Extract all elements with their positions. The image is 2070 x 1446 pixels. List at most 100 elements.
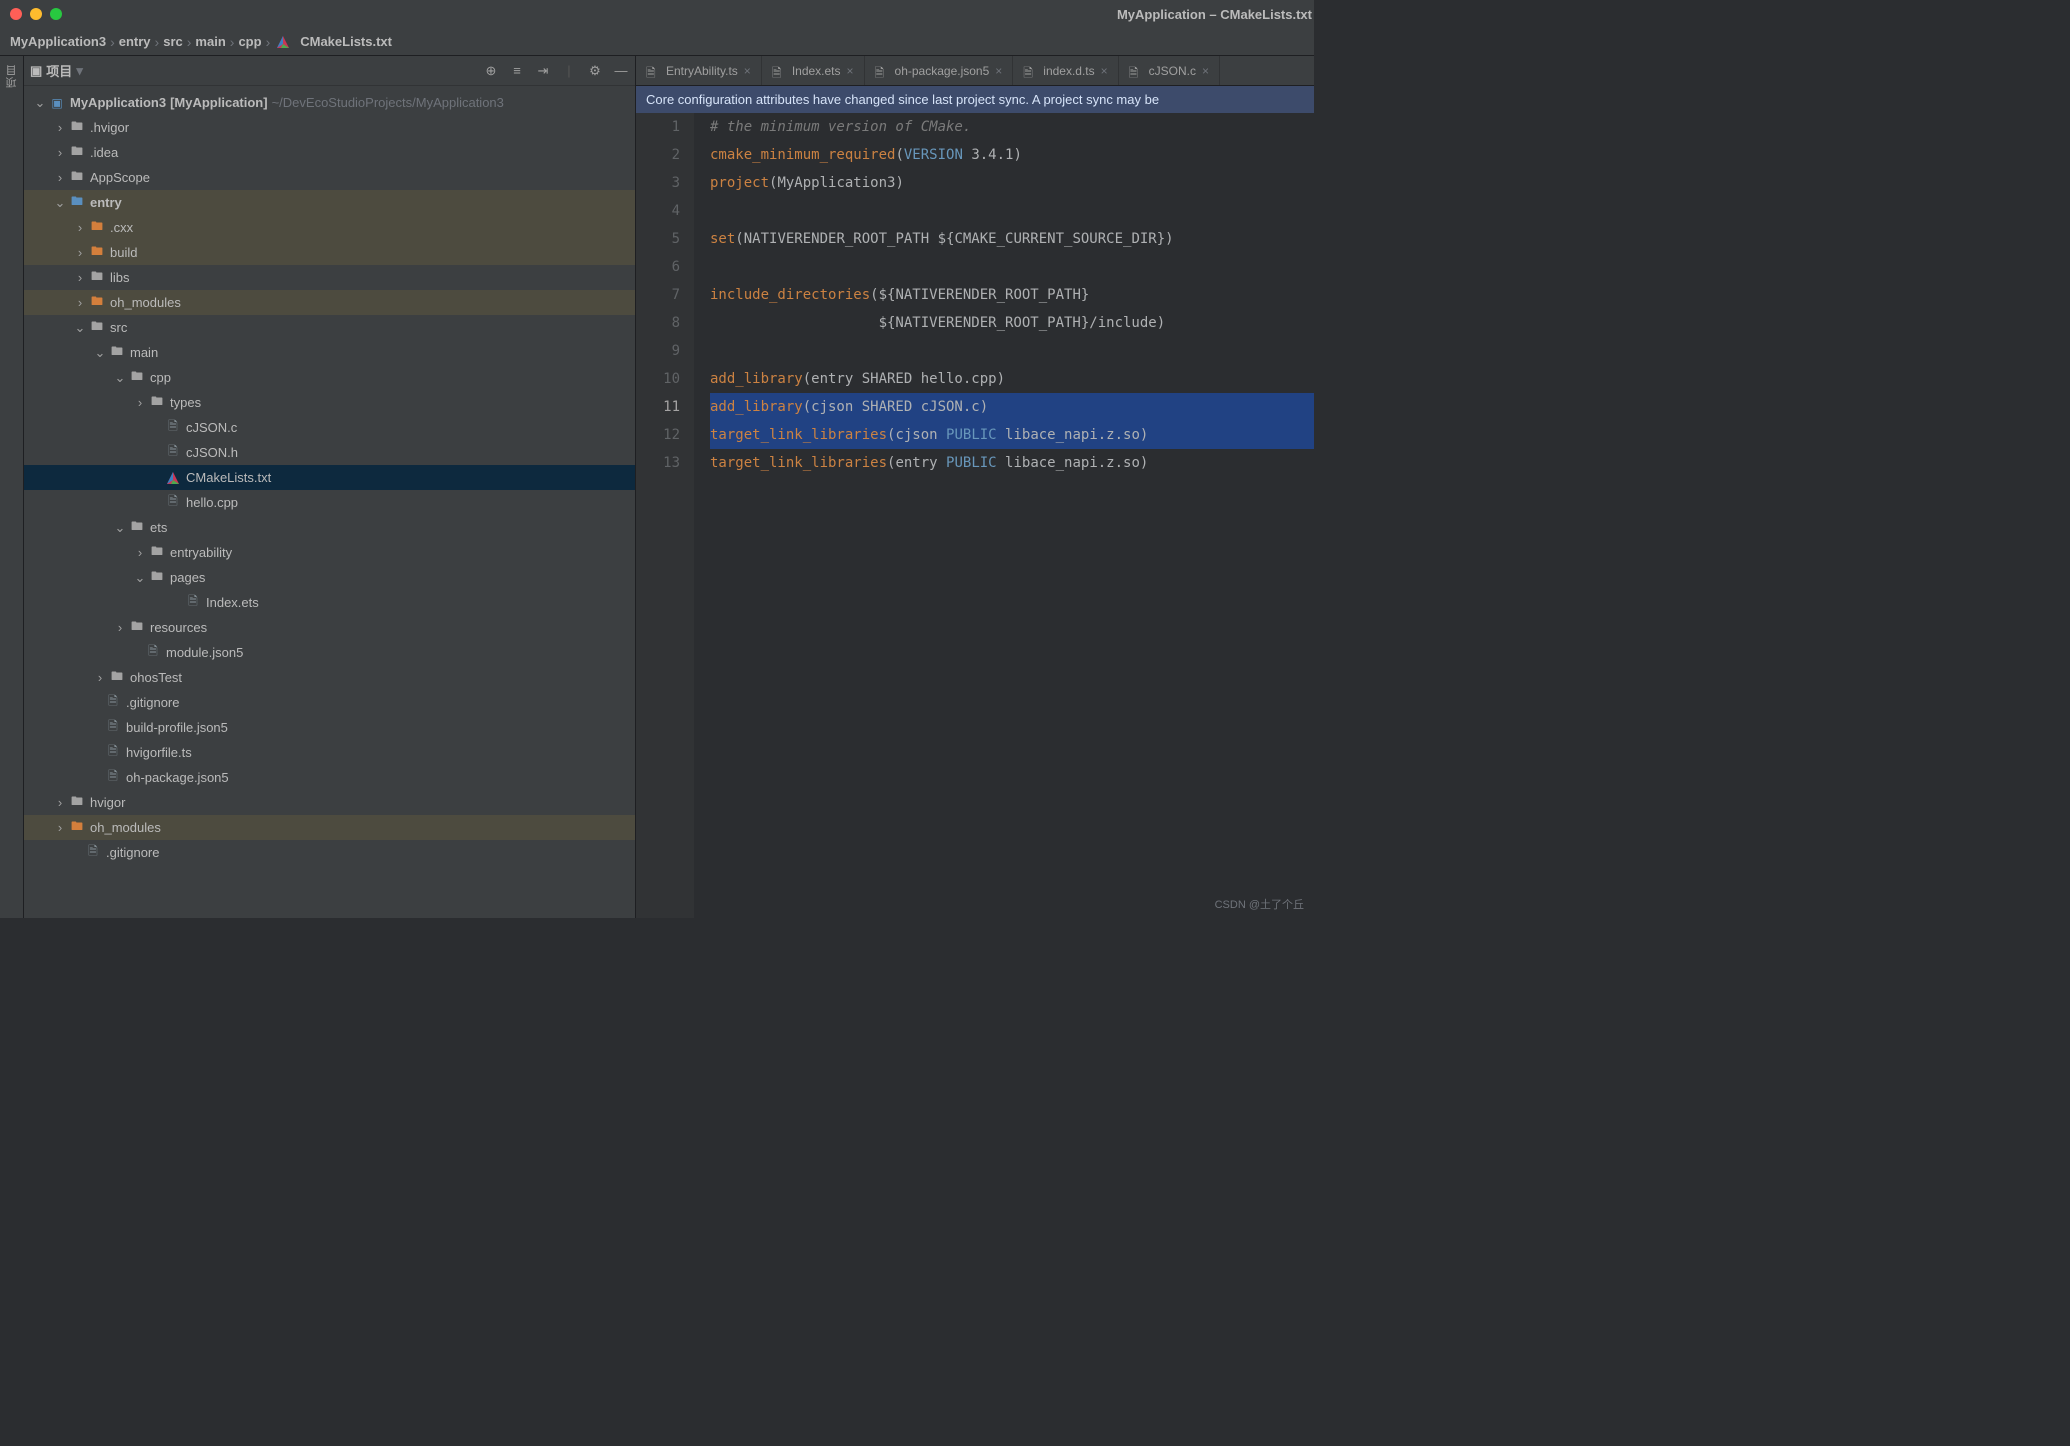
ets-file-icon: 🗎	[184, 595, 202, 611]
chevron-down-icon[interactable]	[52, 195, 68, 211]
breadcrumb-file[interactable]: CMakeLists.txt	[300, 34, 392, 49]
folder-icon: 🖿	[68, 120, 86, 136]
tree-item-ohmodules2[interactable]: 🖿oh_modules	[24, 815, 635, 840]
code-line: add_library(entry SHARED hello.cpp)	[710, 365, 1314, 393]
project-tree[interactable]: ▣ MyApplication3 [MyApplication] ~/DevEc…	[24, 86, 635, 918]
tab-ohpackage[interactable]: 🗎oh-package.json5×	[865, 56, 1014, 85]
tree-item-hvigorfile[interactable]: 🗎hvigorfile.ts	[24, 740, 635, 765]
folder-icon: 🖿	[108, 345, 126, 361]
tree-item-cxx[interactable]: 🖿.cxx	[24, 215, 635, 240]
close-icon[interactable]: ×	[1202, 64, 1209, 78]
tree-label: AppScope	[90, 170, 150, 185]
tree-item-hvigor[interactable]: 🖿.hvigor	[24, 115, 635, 140]
project-tool-tab[interactable]: 项目	[4, 64, 20, 88]
chevron-right-icon[interactable]	[92, 670, 108, 685]
tree-item-cjson-c[interactable]: 🗎cJSON.c	[24, 415, 635, 440]
dropdown-icon[interactable]: ▾	[76, 63, 83, 79]
chevron-right-icon[interactable]	[52, 820, 68, 835]
close-icon[interactable]: ×	[1101, 64, 1108, 78]
tab-index-dts[interactable]: 🗎index.d.ts×	[1013, 56, 1118, 85]
chevron-down-icon[interactable]	[72, 320, 88, 336]
close-icon[interactable]: ×	[847, 64, 854, 78]
code-content[interactable]: # the minimum version of CMake. cmake_mi…	[694, 113, 1314, 918]
c-file-icon: 🗎	[164, 420, 182, 436]
close-window-button[interactable]	[10, 8, 22, 20]
tree-item-ohmodules[interactable]: 🖿oh_modules	[24, 290, 635, 315]
tree-item-appscope[interactable]: 🖿AppScope	[24, 165, 635, 190]
tree-item-ohpackage[interactable]: 🗎oh-package.json5	[24, 765, 635, 790]
gear-icon[interactable]: ⚙	[587, 63, 603, 79]
chevron-down-icon[interactable]	[92, 345, 108, 361]
chevron-right-icon[interactable]	[52, 145, 68, 160]
maximize-window-button[interactable]	[50, 8, 62, 20]
tree-item-gitignore[interactable]: 🗎.gitignore	[24, 690, 635, 715]
tree-item-index-ets[interactable]: 🗎Index.ets	[24, 590, 635, 615]
chevron-right-icon[interactable]	[52, 795, 68, 810]
chevron-right-icon[interactable]	[72, 270, 88, 285]
tree-item-module-json5[interactable]: 🗎module.json5	[24, 640, 635, 665]
tree-item-entry[interactable]: 🖿entry	[24, 190, 635, 215]
code-line: cmake_minimum_required(VERSION 3.4.1)	[710, 141, 1314, 169]
breadcrumb-src[interactable]: src	[163, 34, 183, 49]
chevron-right-icon[interactable]	[132, 545, 148, 560]
tree-label: cJSON.h	[186, 445, 238, 460]
breadcrumb-main[interactable]: main	[195, 34, 225, 49]
collapse-all-icon[interactable]: ⇥	[535, 63, 551, 79]
tree-item-ets[interactable]: 🖿ets	[24, 515, 635, 540]
tree-item-idea[interactable]: 🖿.idea	[24, 140, 635, 165]
chevron-down-icon[interactable]	[112, 520, 128, 536]
breadcrumb-root[interactable]: MyApplication3	[10, 34, 106, 49]
project-panel-title[interactable]: ▣ 项目 ▾	[30, 61, 477, 80]
tree-item-resources[interactable]: 🖿resources	[24, 615, 635, 640]
expand-all-icon[interactable]: ≡	[509, 63, 525, 79]
folder-excluded-icon: 🖿	[68, 820, 86, 836]
tree-item-main[interactable]: 🖿main	[24, 340, 635, 365]
tree-label: libs	[110, 270, 130, 285]
folder-excluded-icon: 🖿	[88, 295, 106, 311]
minimize-window-button[interactable]	[30, 8, 42, 20]
chevron-down-icon[interactable]	[32, 95, 48, 111]
tree-item-src[interactable]: 🖿src	[24, 315, 635, 340]
tree-item-pages[interactable]: 🖿pages	[24, 565, 635, 590]
tab-entryability[interactable]: 🗎EntryAbility.ts×	[636, 56, 762, 85]
tree-item-cmakelists[interactable]: CMakeLists.txt	[24, 465, 635, 490]
tree-item-cpp[interactable]: 🖿cpp	[24, 365, 635, 390]
code-editor[interactable]: 1 2 3 4 5 6 7 8 9 10 11 12 13 # the mini…	[636, 113, 1314, 918]
code-line	[710, 197, 1314, 225]
select-opened-file-icon[interactable]: ⊕	[483, 63, 499, 79]
close-icon[interactable]: ×	[995, 64, 1002, 78]
tree-item-types[interactable]: 🖿types	[24, 390, 635, 415]
tree-root[interactable]: ▣ MyApplication3 [MyApplication] ~/DevEc…	[24, 90, 635, 115]
breadcrumb-entry[interactable]: entry	[119, 34, 151, 49]
chevron-right-icon[interactable]	[52, 170, 68, 185]
code-line: include_directories(${NATIVERENDER_ROOT_…	[710, 281, 1314, 309]
tab-cjson-c[interactable]: 🗎cJSON.c×	[1119, 56, 1220, 85]
breadcrumb-cpp[interactable]: cpp	[238, 34, 261, 49]
line-number: 6	[636, 253, 680, 281]
tree-item-gitignore2[interactable]: 🗎.gitignore	[24, 840, 635, 865]
line-number: 11	[636, 393, 680, 421]
tab-index-ets[interactable]: 🗎Index.ets×	[762, 56, 865, 85]
close-icon[interactable]: ×	[744, 64, 751, 78]
chevron-down-icon[interactable]	[132, 570, 148, 586]
editor-area: 🗎EntryAbility.ts× 🗎Index.ets× 🗎oh-packag…	[636, 56, 1314, 918]
chevron-down-icon[interactable]	[112, 370, 128, 386]
tree-item-hello-cpp[interactable]: 🗎hello.cpp	[24, 490, 635, 515]
sync-notification[interactable]: Core configuration attributes have chang…	[636, 86, 1314, 113]
hide-panel-icon[interactable]: —	[613, 63, 629, 79]
tree-item-libs[interactable]: 🖿libs	[24, 265, 635, 290]
tree-item-buildprofile[interactable]: 🗎build-profile.json5	[24, 715, 635, 740]
tree-item-build[interactable]: 🖿build	[24, 240, 635, 265]
chevron-right-icon[interactable]	[52, 120, 68, 135]
tree-item-cjson-h[interactable]: 🗎cJSON.h	[24, 440, 635, 465]
chevron-right-icon[interactable]	[72, 245, 88, 260]
folder-icon: 🖿	[88, 320, 106, 336]
chevron-right-icon[interactable]	[72, 295, 88, 310]
chevron-right-icon[interactable]	[112, 620, 128, 635]
chevron-right-icon[interactable]	[132, 395, 148, 410]
tree-item-ohostest[interactable]: 🖿ohosTest	[24, 665, 635, 690]
chevron-right-icon[interactable]	[72, 220, 88, 235]
tree-item-hvigor2[interactable]: 🖿hvigor	[24, 790, 635, 815]
line-number: 2	[636, 141, 680, 169]
tree-item-entryability[interactable]: 🖿entryability	[24, 540, 635, 565]
